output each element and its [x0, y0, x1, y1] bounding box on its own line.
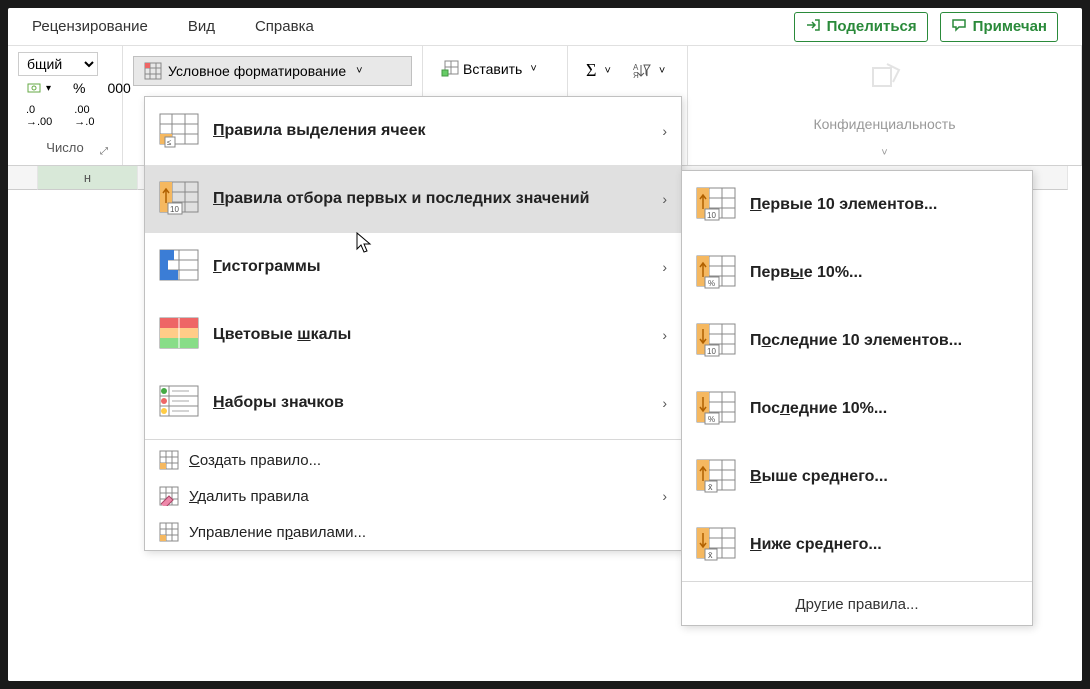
increase-decimal-button[interactable]: .0→.00 [18, 100, 60, 132]
top-bottom-icon: 10 [159, 181, 199, 217]
tab-review[interactable]: Рецензирование [32, 18, 148, 35]
chevron-down-icon: ˅ [530, 63, 536, 75]
svg-text:x̄: x̄ [708, 550, 713, 560]
top10-icon: 10 [696, 187, 736, 223]
menu-highlight-rules[interactable]: ≤ ППравила выделения ячеекравила выделен… [145, 97, 681, 165]
svg-text:10: 10 [170, 205, 179, 214]
tab-view[interactable]: Вид [188, 18, 215, 35]
comment-icon [951, 17, 967, 37]
below-avg-icon: x̄ [696, 527, 736, 563]
svg-text:Я: Я [633, 71, 639, 80]
insert-icon [441, 60, 459, 78]
svg-text:x̄: x̄ [708, 482, 713, 492]
svg-text:10: 10 [707, 347, 716, 356]
submenu-above-average[interactable]: x̄ Выше среднего... [682, 443, 1032, 511]
svg-text:≤: ≤ [167, 138, 172, 147]
sort-filter-button[interactable]: AЯ ˅ [625, 58, 673, 84]
sort-filter-icon: AЯ [633, 62, 651, 80]
svg-text:10: 10 [707, 211, 716, 220]
submenu-arrow-icon: › [662, 395, 667, 411]
above-avg-icon: x̄ [696, 459, 736, 495]
share-icon [805, 17, 821, 37]
number-group-label: Число [46, 140, 83, 155]
sensitivity-icon [865, 56, 905, 96]
conditional-formatting-button[interactable]: Условное форматирование ˅ [133, 56, 412, 86]
clear-rules-icon [159, 486, 179, 506]
sigma-icon: Σ [586, 60, 596, 81]
menu-data-bars[interactable]: Гистограммы › [145, 233, 681, 301]
submenu-bottom10-items[interactable]: 10 Последние 10 элементов... [682, 307, 1032, 375]
submenu-below-average[interactable]: x̄ Ниже среднего... [682, 511, 1032, 579]
color-scales-icon [159, 317, 199, 353]
submenu-top10-items[interactable]: 10 Первые 10 элементов... [682, 171, 1032, 239]
top-bottom-submenu: 10 Первые 10 элементов... % Первые 10%..… [681, 170, 1033, 626]
menu-new-rule[interactable]: Создать правило... [145, 442, 681, 478]
menu-icon-sets[interactable]: Наборы значков › [145, 369, 681, 437]
submenu-arrow-icon: › [662, 123, 667, 139]
comments-button[interactable]: Примечан [940, 12, 1058, 42]
share-button[interactable]: Поделиться [794, 12, 928, 42]
menu-top-bottom-rules[interactable]: 10 Правила отбора первых и последних зна… [145, 165, 681, 233]
data-bars-icon [159, 249, 199, 285]
autosum-button[interactable]: Σ ˅ [578, 56, 619, 85]
app-window: Рецензирование Вид Справка Поделиться Пр… [8, 8, 1082, 681]
number-format-dropdown[interactable]: бщий [18, 52, 98, 76]
top10p-icon: % [696, 255, 736, 291]
svg-text:%: % [708, 279, 715, 288]
bot10-icon: 10 [696, 323, 736, 359]
ribbon-tabs: Рецензирование Вид Справка Поделиться Пр… [8, 8, 1082, 46]
submenu-more-rules[interactable]: Другие правила... [682, 584, 1032, 625]
submenu-bottom10-percent[interactable]: % Последние 10%... [682, 375, 1032, 443]
highlight-rules-icon: ≤ [159, 113, 199, 149]
decrease-decimal-button[interactable]: .00→.0 [66, 100, 102, 132]
submenu-arrow-icon: › [662, 488, 667, 504]
submenu-arrow-icon: › [662, 327, 667, 343]
percent-button[interactable]: % [65, 76, 93, 100]
menu-manage-rules[interactable]: Управление правилами... [145, 514, 681, 550]
tab-help[interactable]: Справка [255, 18, 314, 35]
svg-text:%: % [708, 415, 715, 424]
chevron-down-icon: ˅ [356, 65, 362, 77]
menu-clear-rules[interactable]: Удалить правила › [145, 478, 681, 514]
insert-button[interactable]: Вставить ˅ [433, 56, 545, 82]
submenu-arrow-icon: › [662, 259, 667, 275]
submenu-top10-percent[interactable]: % Первые 10%... [682, 239, 1032, 307]
number-group: бщий ▾ % 000 .0→.00 .00→.0 Чис [8, 46, 123, 165]
sensitivity-group: Конфиденциальность ˅ [688, 46, 1082, 165]
new-rule-icon [159, 450, 179, 470]
icon-sets-icon [159, 385, 199, 421]
column-header[interactable]: н [38, 166, 138, 190]
currency-button[interactable]: ▾ [18, 76, 59, 100]
submenu-arrow-icon: › [662, 191, 667, 207]
dialog-launcher-icon[interactable]: ⤢ [100, 146, 108, 157]
bot10p-icon: % [696, 391, 736, 427]
menu-color-scales[interactable]: Цветовые шкалы › [145, 301, 681, 369]
conditional-formatting-icon [144, 62, 162, 80]
conditional-formatting-menu: ≤ ППравила выделения ячеекравила выделен… [144, 96, 682, 551]
sensitivity-label[interactable]: Конфиденциальность [698, 116, 1071, 132]
manage-rules-icon [159, 522, 179, 542]
